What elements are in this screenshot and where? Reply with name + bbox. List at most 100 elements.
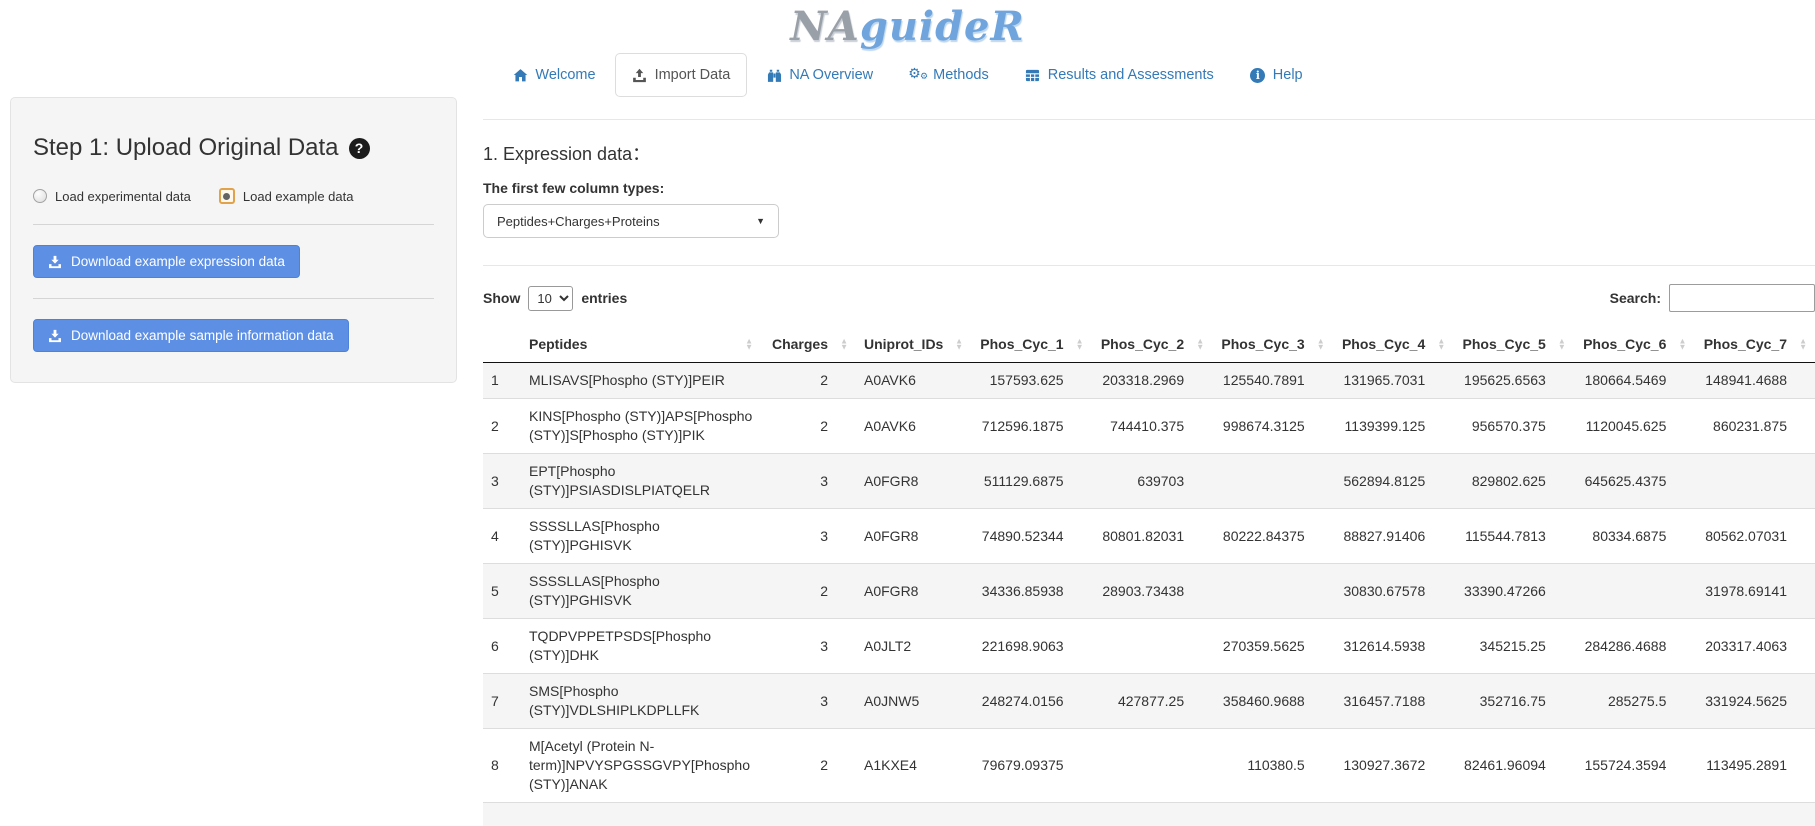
divider — [483, 119, 1815, 120]
tab-help[interactable]: Help — [1233, 53, 1320, 97]
table-cell: 744410.375 — [1092, 399, 1213, 454]
table-cell — [1453, 803, 1574, 826]
download-expression-button[interactable]: Download example expression data — [33, 245, 300, 278]
table-cell: 110380.5 — [1212, 729, 1333, 803]
table-cell: 285275.5 — [1574, 674, 1695, 729]
column-header-phos_cyc_6[interactable]: Phos_Cyc_6▲▼ — [1574, 326, 1695, 363]
table-cell: 639703 — [1092, 454, 1213, 509]
table-cell: 115544.7813 — [1453, 509, 1574, 564]
table-body: 1MLISAVS[Phospho (STY)]PEIR2A0AVK6157593… — [483, 363, 1815, 826]
table-cell: 3 — [761, 674, 856, 729]
table-cell — [1092, 619, 1213, 674]
search-label: Search: — [1610, 290, 1661, 306]
row-number-cell: 7 — [483, 674, 521, 729]
table-cell: SMS[Phospho (STY)]VDLSHIPLKDPLLFK — [521, 674, 761, 729]
caret-down-icon: ▼ — [756, 216, 765, 226]
sort-icon: ▲▼ — [1076, 339, 1084, 350]
column-header-phos_cyc_7[interactable]: Phos_Cyc_7▲▼ — [1694, 326, 1815, 363]
radio-load-example[interactable]: Load example data — [219, 188, 354, 204]
logo-na: NA — [790, 3, 860, 50]
table-cell: TQDPVPPETPSDS[Phospho (STY)]DHK — [521, 619, 761, 674]
table-cell: 248274.0156 — [971, 674, 1092, 729]
table-cell: 712596.1875 — [971, 399, 1092, 454]
tab-methods[interactable]: ⚙⚙ Methods — [892, 53, 1006, 97]
column-header-phos_cyc_4[interactable]: Phos_Cyc_4 ▲▼ — [1333, 326, 1454, 363]
entries-label: entries — [581, 290, 627, 306]
column-header-label: Charges — [772, 336, 828, 352]
page-length-select[interactable]: 10 — [528, 286, 573, 311]
column-header-charges[interactable]: Charges▲▼ — [761, 326, 856, 363]
download-sample-info-button[interactable]: Download example sample information data — [33, 319, 349, 352]
table-cell: 331924.5625 — [1694, 674, 1815, 729]
panel-title: Step 1: Upload Original Data — [33, 134, 434, 162]
download-icon — [48, 255, 62, 269]
table-cell: 34336.85938 — [971, 564, 1092, 619]
panel-title-text: Step 1: Upload Original Data — [33, 134, 339, 162]
column-header-phos_cyc_5[interactable]: Phos_Cyc_5 ▲▼ — [1453, 326, 1574, 363]
sort-icon: ▲▼ — [1558, 339, 1566, 350]
column-header-peptides[interactable]: Peptides▲▼ — [521, 326, 761, 363]
table-cell — [521, 803, 761, 826]
table-cell: 221698.9063 — [971, 619, 1092, 674]
table-cell: 2 — [761, 399, 856, 454]
table-cell — [1212, 803, 1333, 826]
table-cell: 645625.4375 — [1574, 454, 1695, 509]
column-header-phos_cyc_3[interactable]: Phos_Cyc_3▲▼ — [1212, 326, 1333, 363]
download-icon — [48, 329, 62, 343]
page-length-control: Show 10 entries — [483, 286, 627, 311]
table-cell — [1694, 803, 1815, 826]
table-cell — [1694, 454, 1815, 509]
column-header-label: Phos_Cyc_5 — [1463, 336, 1546, 352]
column-header-label: Phos_Cyc_7 — [1704, 336, 1787, 352]
table-cell: 956570.375 — [1453, 399, 1574, 454]
question-circle-icon[interactable] — [349, 138, 370, 159]
table-search: Search: — [1610, 284, 1815, 312]
table-cell: A1KXE4 — [856, 729, 971, 803]
import-data-panel: 1. Expression data： The first few column… — [457, 97, 1815, 826]
table-cell: 3 — [761, 509, 856, 564]
table-row: 2KINS[Phospho (STY)]APS[Phospho (STY)]S[… — [483, 399, 1815, 454]
table-cell: 113495.2891 — [1694, 729, 1815, 803]
tab-welcome[interactable]: Welcome — [495, 53, 612, 97]
table-cell: 316457.7188 — [1333, 674, 1454, 729]
table-cell: 270359.5625 — [1212, 619, 1333, 674]
tab-results-assessments[interactable]: Results and Assessments — [1008, 53, 1231, 97]
column-types-label: The first few column types: — [483, 180, 1815, 196]
table-cell: 352716.75 — [1453, 674, 1574, 729]
column-types-select[interactable]: Peptides+Charges+Proteins ▼ — [483, 204, 779, 238]
row-number-cell: 1 — [483, 363, 521, 399]
tab-label: Welcome — [535, 65, 595, 85]
table-cell — [1212, 564, 1333, 619]
table-cell: 2 — [761, 564, 856, 619]
table-cell: 312614.5938 — [1333, 619, 1454, 674]
search-input[interactable] — [1669, 284, 1815, 312]
radio-load-experimental[interactable]: Load experimental data — [33, 189, 191, 204]
tab-na-overview[interactable]: NA Overview — [749, 53, 890, 97]
table-header-row: Peptides▲▼Charges▲▼Uniprot_IDs▲▼Phos_Cyc… — [483, 326, 1815, 363]
expression-data-table: Peptides▲▼Charges▲▼Uniprot_IDs▲▼Phos_Cyc… — [483, 326, 1815, 826]
radio-unchecked-icon — [33, 189, 47, 203]
row-number-cell: 5 — [483, 564, 521, 619]
column-header-phos_cyc_1[interactable]: Phos_Cyc_1▲▼ — [971, 326, 1092, 363]
column-header-label: Uniprot_IDs — [864, 336, 943, 352]
tab-import-data[interactable]: Import Data — [615, 53, 748, 97]
table-cell: 1139399.125 — [1333, 399, 1454, 454]
table-cell — [971, 803, 1092, 826]
column-header-label: Phos_Cyc_4 — [1342, 336, 1425, 352]
row-number-cell: 4 — [483, 509, 521, 564]
table-cell: 80222.84375 — [1212, 509, 1333, 564]
table-cell: 1120045.625 — [1574, 399, 1695, 454]
table-cell: 180664.5469 — [1574, 363, 1695, 399]
button-label: Download example expression data — [71, 254, 285, 269]
column-header-uniprot_ids[interactable]: Uniprot_IDs▲▼ — [856, 326, 971, 363]
sort-icon: ▲▼ — [1437, 339, 1445, 350]
table-cell: 74890.52344 — [971, 509, 1092, 564]
gears-icon: ⚙⚙ — [909, 67, 926, 83]
table-cell — [761, 803, 856, 826]
table-cell: 998674.3125 — [1212, 399, 1333, 454]
column-header-label: Phos_Cyc_2 — [1101, 336, 1184, 352]
table-cell: A0AVK6 — [856, 363, 971, 399]
logo-guider: guideR — [860, 3, 1025, 50]
column-header-phos_cyc_2[interactable]: Phos_Cyc_2▲▼ — [1092, 326, 1213, 363]
table-cell: M[Acetyl (Protein N-term)]NPVYSPGSSGVPY[… — [521, 729, 761, 803]
